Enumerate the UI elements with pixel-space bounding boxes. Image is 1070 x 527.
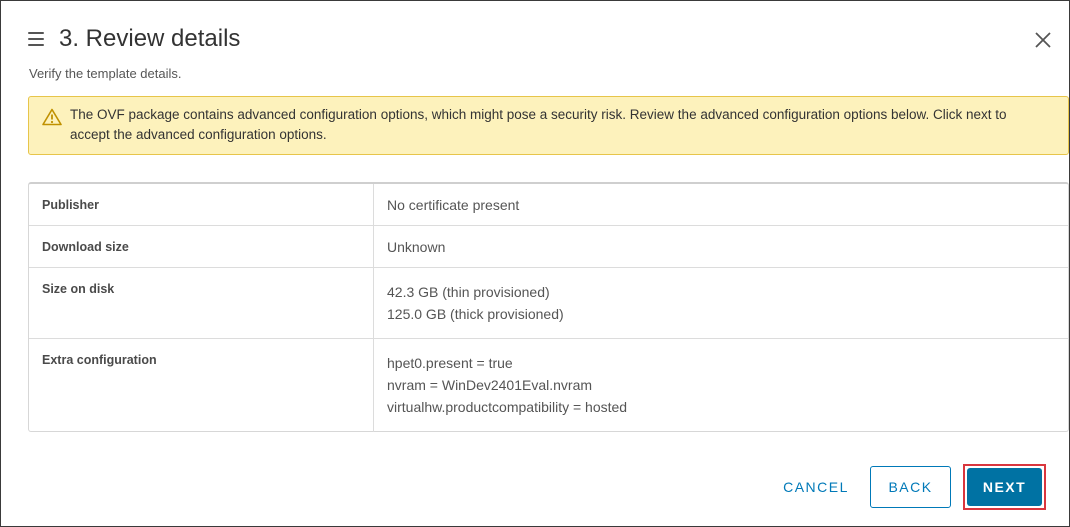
detail-label: Extra configuration	[42, 353, 157, 367]
security-warning-alert: The OVF package contains advanced config…	[28, 96, 1069, 155]
detail-label: Size on disk	[42, 282, 115, 296]
detail-value: Unknown	[387, 236, 445, 258]
detail-value-line: 125.0 GB (thick provisioned)	[387, 306, 564, 322]
detail-row-size-on-disk: Size on disk 42.3 GB (thin provisioned) …	[29, 268, 1068, 339]
detail-row-publisher: Publisher No certificate present	[29, 184, 1068, 226]
detail-value-line: virtualhw.productcompatibility = hosted	[387, 399, 628, 415]
detail-value-line: 42.3 GB (thin provisioned)	[387, 284, 550, 300]
cancel-button[interactable]: CANCEL	[771, 466, 861, 508]
detail-value: hpet0.present = true nvram = WinDev2401E…	[387, 352, 627, 418]
detail-value: No certificate present	[387, 194, 519, 216]
dialog-title: 3. Review details	[59, 25, 241, 52]
detail-label: Publisher	[42, 198, 99, 212]
detail-row-download-size: Download size Unknown	[29, 226, 1068, 268]
back-button[interactable]: BACK	[870, 466, 951, 508]
alert-message: The OVF package contains advanced config…	[70, 107, 1007, 142]
detail-value-line: No certificate present	[387, 197, 520, 213]
detail-value: 42.3 GB (thin provisioned) 125.0 GB (thi…	[387, 281, 564, 325]
next-button-highlight: NEXT	[963, 464, 1046, 510]
detail-value-line: hpet0.present = true	[387, 355, 513, 371]
detail-label: Download size	[42, 240, 129, 254]
warning-triangle-icon	[42, 108, 62, 126]
detail-value-line: Unknown	[387, 239, 446, 255]
next-button[interactable]: NEXT	[967, 468, 1042, 506]
dialog-subtitle: Verify the template details.	[29, 66, 182, 81]
dialog-header: 3. Review details	[28, 23, 240, 55]
close-icon[interactable]	[1033, 30, 1053, 50]
template-details-table: Publisher No certificate present Downloa…	[28, 182, 1069, 432]
detail-value-line: nvram = WinDev2401Eval.nvram	[387, 377, 593, 393]
review-details-dialog: 3. Review details Verify the template de…	[0, 0, 1070, 527]
hamburger-menu-icon[interactable]	[28, 32, 44, 46]
detail-row-extra-configuration: Extra configuration hpet0.present = true…	[29, 339, 1068, 432]
